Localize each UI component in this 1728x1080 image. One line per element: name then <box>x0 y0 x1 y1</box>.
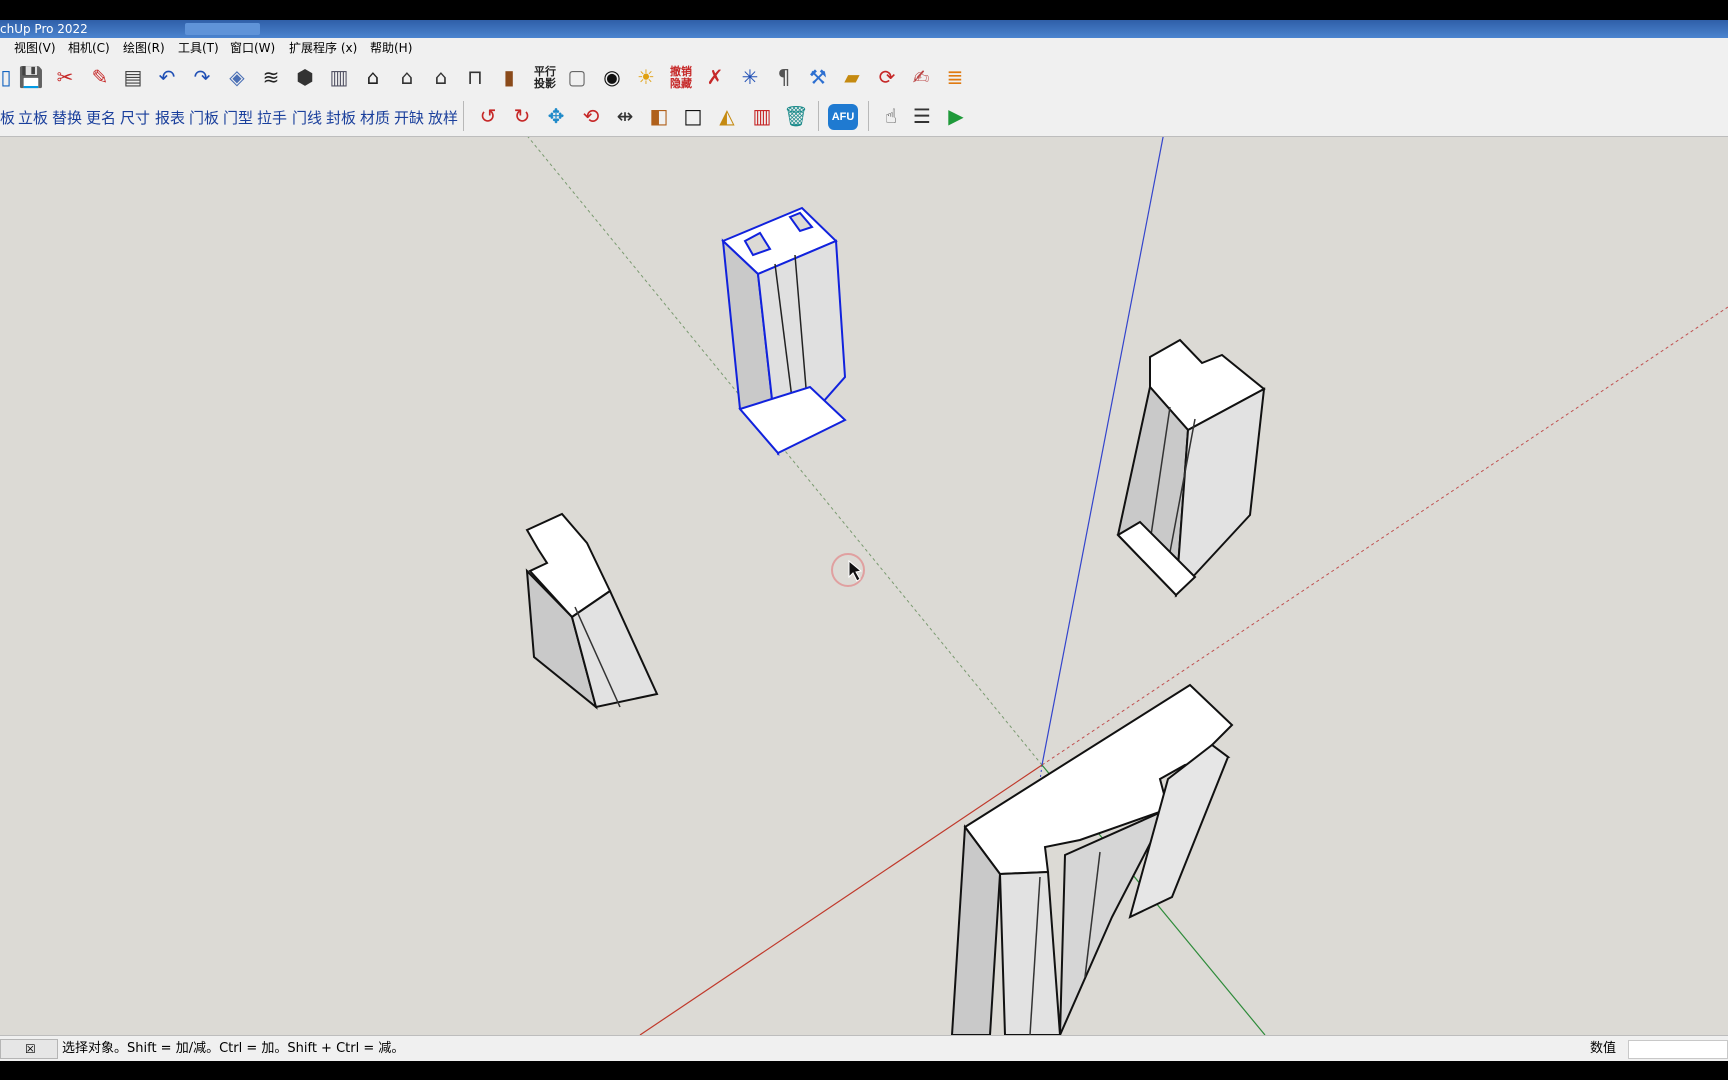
toolbar-separator <box>818 101 819 131</box>
toolbar-separator <box>868 101 869 131</box>
plugin-loft[interactable]: 放样 <box>428 107 458 128</box>
rotate-left-icon[interactable]: ↺ <box>474 102 502 130</box>
menu-camera[interactable]: 相机(C) <box>68 38 110 58</box>
cut-icon[interactable]: ✂ <box>51 63 79 91</box>
axes-icon[interactable]: ✳ <box>736 63 764 91</box>
dimension-icon[interactable]: ⇹ <box>611 102 639 130</box>
play-icon[interactable]: ▶ <box>942 102 970 130</box>
paint-icon[interactable]: ✎ <box>86 63 114 91</box>
house-simple-icon[interactable]: ⌂ <box>427 63 455 91</box>
afu-label: AFU <box>831 111 855 123</box>
trash-icon[interactable]: 🗑 <box>782 102 810 130</box>
afu-button[interactable]: AFU <box>828 104 858 130</box>
status-close-icon[interactable]: ☒ <box>25 1040 36 1058</box>
menu-help[interactable]: 帮助(H) <box>370 38 412 58</box>
bottom-border <box>0 1061 1728 1080</box>
status-icons[interactable]: ☒ <box>0 1039 58 1059</box>
toolbar-separator <box>463 101 464 131</box>
undo-hide-label: 撤销 隐藏 <box>670 65 692 90</box>
model-canvas[interactable] <box>0 137 1728 1035</box>
rotate-right-icon[interactable]: ↻ <box>508 102 536 130</box>
page-icon[interactable]: ▤ <box>119 63 147 91</box>
cabinet-right[interactable] <box>1116 338 1266 598</box>
plugin-toolbar: 板 立板 替换 更名 尺寸 报表 门板 门型 拉手 门线 封板 材质 开缺 放样… <box>0 96 1728 137</box>
parallel-projection-icon[interactable]: 平行 投影 <box>530 66 560 90</box>
folder-open-icon[interactable]: ▰ <box>838 63 866 91</box>
plugin-door-panel[interactable]: 门板 <box>189 107 219 128</box>
house-outline-icon[interactable]: ⌂ <box>393 63 421 91</box>
eraser-icon[interactable]: ◈ <box>223 63 251 91</box>
plugin-replace[interactable]: 替换 <box>52 107 82 128</box>
box-icon[interactable]: ⬢ <box>291 63 319 91</box>
plugin-handle[interactable]: 拉手 <box>257 107 287 128</box>
storefront-icon[interactable]: ⊓ <box>461 63 489 91</box>
plugin-material[interactable]: 材质 <box>360 107 390 128</box>
cabinet-icon[interactable]: ▮ <box>495 63 523 91</box>
columns-icon[interactable]: ▥ <box>748 102 776 130</box>
door-panel-icon[interactable]: ▥ <box>325 63 353 91</box>
plugin-board[interactable]: 板 <box>0 107 15 128</box>
plugin-door-line[interactable]: 门线 <box>292 107 322 128</box>
title-bar: chUp Pro 2022 <box>0 20 1728 38</box>
list-icon[interactable]: ☰ <box>908 102 936 130</box>
plugin-seal-board[interactable]: 封板 <box>326 107 356 128</box>
move-icon[interactable]: ✥ <box>542 102 570 130</box>
cabinet-bottom[interactable] <box>950 683 1234 1035</box>
selected-cabinet[interactable] <box>721 206 847 457</box>
rotate-box-icon[interactable]: ⟲ <box>577 102 605 130</box>
plugin-notch[interactable]: 开缺 <box>394 107 424 128</box>
value-input[interactable] <box>1628 1040 1728 1059</box>
menu-draw[interactable]: 绘图(R) <box>123 38 165 58</box>
mirror-icon[interactable]: ◭ <box>713 102 741 130</box>
menu-tools[interactable]: 工具(T) <box>178 38 219 58</box>
menu-window[interactable]: 窗口(W) <box>230 38 275 58</box>
mouse-cursor-icon <box>848 559 863 582</box>
plugin-rename[interactable]: 更名 <box>86 107 116 128</box>
refresh-icon[interactable]: ⟳ <box>873 63 901 91</box>
menu-extensions[interactable]: 扩展程序 (x) <box>289 38 357 58</box>
parallel-projection-label: 平行 投影 <box>534 65 556 90</box>
pilcrow-icon[interactable]: ¶ <box>770 63 798 91</box>
plugin-vertical-board[interactable]: 立板 <box>18 107 48 128</box>
layers-icon[interactable]: ≣ <box>941 63 969 91</box>
plugin-door-type[interactable]: 门型 <box>223 107 253 128</box>
undo-arrow-icon[interactable]: ↶ <box>153 63 181 91</box>
main-toolbar: ▯ 💾 ✂ ✎ ▤ ↶ ↷ ◈ ≋ ⬢ ▥ ⌂ ⌂ ⌂ ⊓ ▮ 平行 投影 ▢ … <box>0 58 1728 96</box>
lightbulb-icon[interactable]: ☀ <box>632 63 660 91</box>
plugin-dimension[interactable]: 尺寸 <box>120 107 150 128</box>
save-icon[interactable]: 💾 <box>17 63 45 91</box>
board-left[interactable] <box>525 512 659 710</box>
3d-viewport[interactable] <box>0 137 1728 1035</box>
hand-icon[interactable]: ☝ <box>877 102 905 130</box>
menu-bar: 视图(V) 相机(C) 绘图(R) 工具(T) 窗口(W) 扩展程序 (x) 帮… <box>0 38 1728 59</box>
window-title: chUp Pro 2022 <box>0 22 88 36</box>
wireframe-box-icon[interactable]: ▢ <box>563 63 591 91</box>
home-icon[interactable]: ⌂ <box>359 63 387 91</box>
pin-icon[interactable]: ✗ <box>701 63 729 91</box>
rb-note-icon[interactable]: ✍ <box>907 63 935 91</box>
eye-icon[interactable]: ◉ <box>598 63 626 91</box>
tag-icon[interactable]: ◧ <box>645 102 673 130</box>
plugin-report[interactable]: 报表 <box>155 107 185 128</box>
status-bar: ☒ 选择对象。Shift = 加/减。Ctrl = 加。Shift + Ctrl… <box>0 1035 1728 1062</box>
brush-icon[interactable]: ⚒ <box>804 63 832 91</box>
square-icon[interactable]: □ <box>679 102 707 130</box>
menu-view[interactable]: 视图(V) <box>14 38 56 58</box>
layers-stack-icon[interactable]: ≋ <box>257 63 285 91</box>
redo-arrow-icon[interactable]: ↷ <box>188 63 216 91</box>
status-message: 选择对象。Shift = 加/减。Ctrl = 加。Shift + Ctrl =… <box>62 1041 405 1056</box>
value-label: 数值 <box>1590 1041 1617 1056</box>
title-highlight <box>185 23 260 35</box>
undo-hide-icon[interactable]: 撤销 隐藏 <box>666 66 696 90</box>
